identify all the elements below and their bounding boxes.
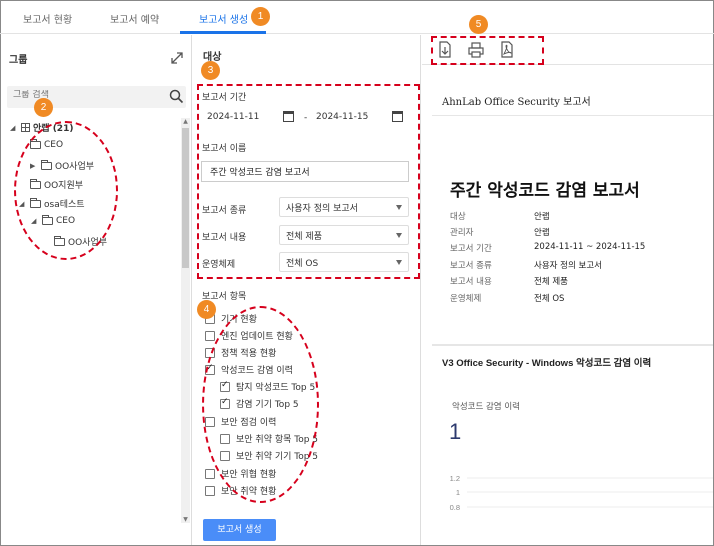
tab-report-create[interactable]: 보고서 생성 (199, 11, 248, 26)
checkbox[interactable] (205, 485, 215, 496)
annotation-rect-toolbar (431, 36, 544, 65)
group-panel-title: 그룹 (9, 55, 28, 66)
scroll-down-icon[interactable]: ▼ (182, 516, 189, 523)
callout-badge-5: 5 (469, 15, 488, 34)
scroll-thumb[interactable] (182, 128, 189, 268)
callout-badge-1: 1 (251, 7, 270, 26)
chart-label: 악성코드 감염 이력 (452, 402, 520, 412)
report-header: AhnLab Office Security 보고서 (442, 97, 591, 108)
meta-value: 안랩 (534, 212, 550, 222)
callout-badge-2: 2 (34, 98, 53, 117)
generate-report-button[interactable]: 보고서 생성 (203, 519, 276, 541)
section-title: V3 Office Security - Windows 악성코드 감염 이력 (442, 358, 652, 369)
meta-value: 전체 제품 (534, 277, 568, 287)
meta-key: 관리자 (450, 228, 474, 238)
meta-value: 안랩 (534, 228, 550, 238)
meta-key: 보고서 종류 (450, 261, 492, 271)
caret-expanded-icon[interactable]: ◢ (10, 124, 18, 132)
divider (432, 115, 713, 116)
active-tab-indicator (180, 31, 266, 34)
annotation-ellipse-group-tree (14, 121, 118, 260)
meta-key: 보고서 내용 (450, 277, 492, 287)
meta-key: 대상 (450, 212, 466, 222)
group-search-input[interactable] (13, 90, 163, 100)
annotation-rect-options (197, 84, 420, 279)
checkbox[interactable] (205, 330, 215, 341)
callout-badge-3: 3 (201, 61, 220, 80)
section-divider (432, 344, 713, 346)
meta-key: 운영체제 (450, 294, 482, 304)
tab-bar: 보고서 현황 보고서 예약 보고서 생성 (0, 0, 714, 34)
expand-icon[interactable] (169, 50, 185, 66)
search-icon[interactable] (169, 89, 184, 104)
meta-value: 전체 OS (534, 294, 565, 304)
report-title: 주간 악성코드 감염 보고서 (450, 181, 640, 201)
scroll-up-icon[interactable]: ▲ (182, 118, 189, 125)
tab-report-schedule[interactable]: 보고서 예약 (110, 11, 159, 26)
report-preview: AhnLab Office Security 보고서 주간 악성코드 감염 보고… (422, 35, 713, 545)
chart-area: 1.2 1 0.8 (450, 474, 713, 512)
y-tick-label: 0.8 (450, 503, 460, 512)
meta-value: 사용자 정의 보고서 (534, 261, 602, 271)
grid-icon (21, 123, 30, 132)
checkbox[interactable] (205, 468, 215, 479)
annotation-ellipse-items (202, 306, 319, 503)
tab-report-status[interactable]: 보고서 현황 (23, 11, 72, 26)
y-tick-label: 1.2 (450, 474, 460, 483)
callout-badge-4: 4 (197, 300, 216, 319)
tree-scrollbar[interactable]: ▲ ▼ (181, 118, 190, 523)
y-tick-label: 1 (456, 488, 460, 497)
meta-value: 2024-11-11 ~ 2024-11-15 (534, 242, 646, 252)
chart-total: 1 (449, 419, 462, 444)
meta-key: 보고서 기간 (450, 244, 492, 254)
group-panel: 그룹 ◢ 안랩 (21) CEO ▶ OO사업부 OO지원부 ◢ osa테스트 … (1, 35, 192, 545)
